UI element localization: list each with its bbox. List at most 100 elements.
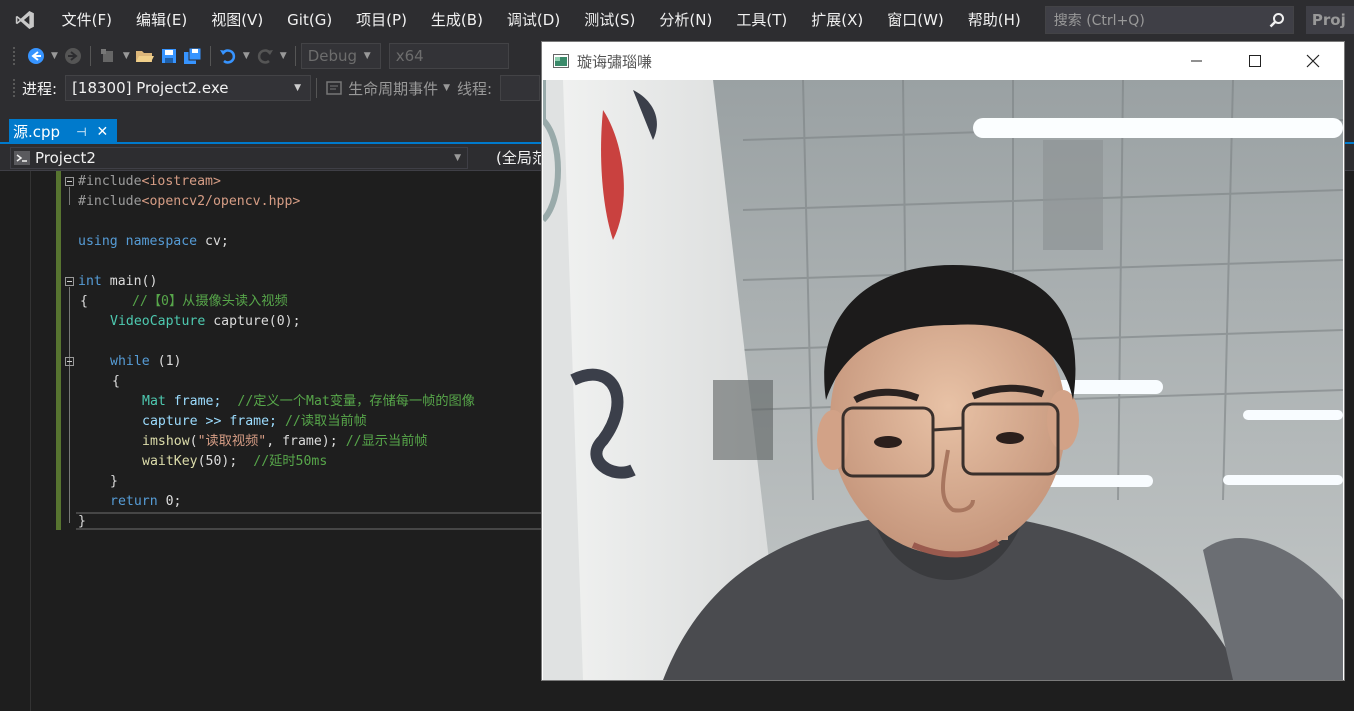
menu-analyze[interactable]: 分析(N)	[647, 0, 724, 40]
opencv-video-window[interactable]: 璇诲彇瑙嗛	[541, 41, 1345, 681]
menu-help[interactable]: 帮助(H)	[956, 0, 1033, 40]
fold-guide	[69, 367, 70, 487]
new-project-icon	[100, 49, 113, 62]
menu-bar: 文件(F) 编辑(E) 视图(V) Git(G) 项目(P) 生成(B) 调试(…	[0, 0, 1354, 40]
editor-margin	[0, 171, 31, 711]
thread-combo[interactable]	[500, 75, 541, 101]
search-icon	[1269, 13, 1284, 28]
fold-toggle-icon[interactable]	[65, 357, 74, 366]
menu-window[interactable]: 窗口(W)	[875, 0, 956, 40]
tab-source-cpp[interactable]: 源.cpp ⊣ ✕	[9, 119, 117, 144]
code-line-2: #include<opencv2/opencv.hpp>	[78, 192, 300, 212]
lifecycle-events-icon[interactable]	[326, 80, 342, 96]
save-button[interactable]	[158, 45, 180, 67]
code-line-4: using namespace cv;	[78, 232, 229, 252]
back-button[interactable]	[25, 45, 47, 67]
undo-button[interactable]	[217, 45, 239, 67]
code-line-7: { //【0】从摄像头读入视频	[80, 292, 288, 312]
dropdown-arrow-icon[interactable]: ▼	[280, 51, 287, 61]
include-path: <opencv2/opencv.hpp>	[141, 194, 301, 209]
brace: }	[110, 474, 118, 489]
comment: //定义一个Mat变量，存储每一帧的图像	[237, 394, 475, 409]
code-text: main()	[101, 274, 158, 289]
menu-build[interactable]: 生成(B)	[419, 0, 495, 40]
open-folder-icon	[135, 51, 154, 62]
search-input[interactable]: 搜索 (Ctrl+Q)	[1044, 6, 1294, 34]
menu-edit[interactable]: 编辑(E)	[124, 0, 199, 40]
solution-config-combo[interactable]: Debug ▼	[300, 43, 381, 69]
minimize-button[interactable]	[1168, 42, 1226, 80]
menu-debug[interactable]: 调试(D)	[495, 0, 572, 40]
search-placeholder: 搜索 (Ctrl+Q)	[1053, 13, 1145, 29]
open-file-button[interactable]	[134, 45, 156, 67]
visual-studio-logo-icon[interactable]	[14, 8, 36, 32]
config-value: Debug	[307, 47, 358, 65]
change-tracking-bar	[56, 171, 61, 530]
include-path: <iostream>	[141, 174, 221, 189]
new-item-button[interactable]	[97, 45, 119, 67]
platform-combo[interactable]: x64	[388, 43, 509, 69]
preprocessor: #include	[78, 174, 142, 189]
toolbar-grip[interactable]	[12, 78, 16, 98]
keyword: return	[110, 494, 158, 509]
video-frame	[543, 80, 1343, 680]
brace: {	[80, 294, 88, 309]
redo-button[interactable]	[254, 45, 276, 67]
forward-button[interactable]	[62, 45, 84, 67]
menu-git[interactable]: Git(G)	[275, 0, 344, 40]
menu-tools[interactable]: 工具(T)	[724, 0, 799, 40]
close-icon	[1306, 54, 1320, 68]
solution-name-badge[interactable]: Proj	[1305, 6, 1354, 34]
code-line-14: imshow("读取视频", frame);//显示当前帧	[142, 434, 428, 449]
menu-test[interactable]: 测试(S)	[572, 0, 647, 40]
code-line-13: capture >> frame; //读取当前帧	[142, 412, 367, 432]
fold-toggle-icon[interactable]	[65, 177, 74, 186]
chevron-down-icon: ▼	[454, 153, 461, 163]
dropdown-arrow-icon[interactable]: ▼	[243, 51, 250, 61]
toolbar-separator	[294, 46, 296, 66]
window-titlebar[interactable]: 璇诲彇瑙嗛	[542, 42, 1344, 80]
chevron-down-icon[interactable]: ▼	[443, 83, 450, 93]
app-window-icon	[553, 54, 569, 68]
keyword: while	[110, 354, 150, 369]
redo-icon	[257, 49, 273, 64]
function-name: imshow	[142, 434, 190, 449]
menu-file[interactable]: 文件(F)	[50, 0, 124, 40]
code-text: (1)	[149, 354, 182, 369]
comment: //读取当前帧	[284, 414, 367, 429]
comment: //【0】从摄像头读入视频	[131, 294, 288, 309]
code-text: cv;	[197, 234, 229, 249]
code-line-12: Mat frame; //定义一个Mat变量，存储每一帧的图像	[142, 392, 475, 412]
menu-extensions[interactable]: 扩展(X)	[799, 0, 875, 40]
toolbar-separator	[89, 46, 91, 66]
undo-icon	[219, 49, 235, 64]
type-name: VideoCapture	[110, 314, 206, 329]
scope-combo[interactable]: (全局范	[496, 147, 547, 168]
menu-view[interactable]: 视图(V)	[199, 0, 275, 40]
lifecycle-events-label[interactable]: 生命周期事件	[348, 78, 438, 99]
project-name: Project2	[35, 149, 96, 167]
code-line-10: while (1)	[110, 352, 181, 372]
chevron-down-icon: ▼	[294, 83, 302, 93]
fold-toggle-icon[interactable]	[65, 277, 74, 286]
preprocessor: #include	[78, 194, 142, 209]
fold-guide	[69, 187, 70, 205]
close-button[interactable]	[1284, 42, 1342, 80]
forward-arrow-icon	[64, 48, 81, 64]
webcam-image	[543, 80, 1343, 680]
save-all-button[interactable]	[182, 45, 204, 67]
dropdown-arrow-icon[interactable]: ▼	[51, 51, 58, 61]
toolbar-grip[interactable]	[12, 46, 16, 66]
process-combo[interactable]: [18300] Project2.exe ▼	[65, 75, 312, 101]
pin-icon[interactable]: ⊣	[76, 125, 86, 139]
keyword: using namespace	[78, 234, 198, 249]
dropdown-arrow-icon[interactable]: ▼	[123, 51, 130, 61]
save-icon	[161, 49, 176, 63]
code-text: 0;	[157, 494, 182, 509]
close-icon[interactable]: ✕	[97, 124, 109, 140]
project-combo[interactable]: Project2 ▼	[10, 147, 468, 169]
process-label: 进程:	[22, 79, 58, 98]
menu-project[interactable]: 项目(P)	[344, 0, 419, 40]
code-line-6: int main()	[78, 272, 157, 292]
maximize-button[interactable]	[1226, 42, 1284, 80]
